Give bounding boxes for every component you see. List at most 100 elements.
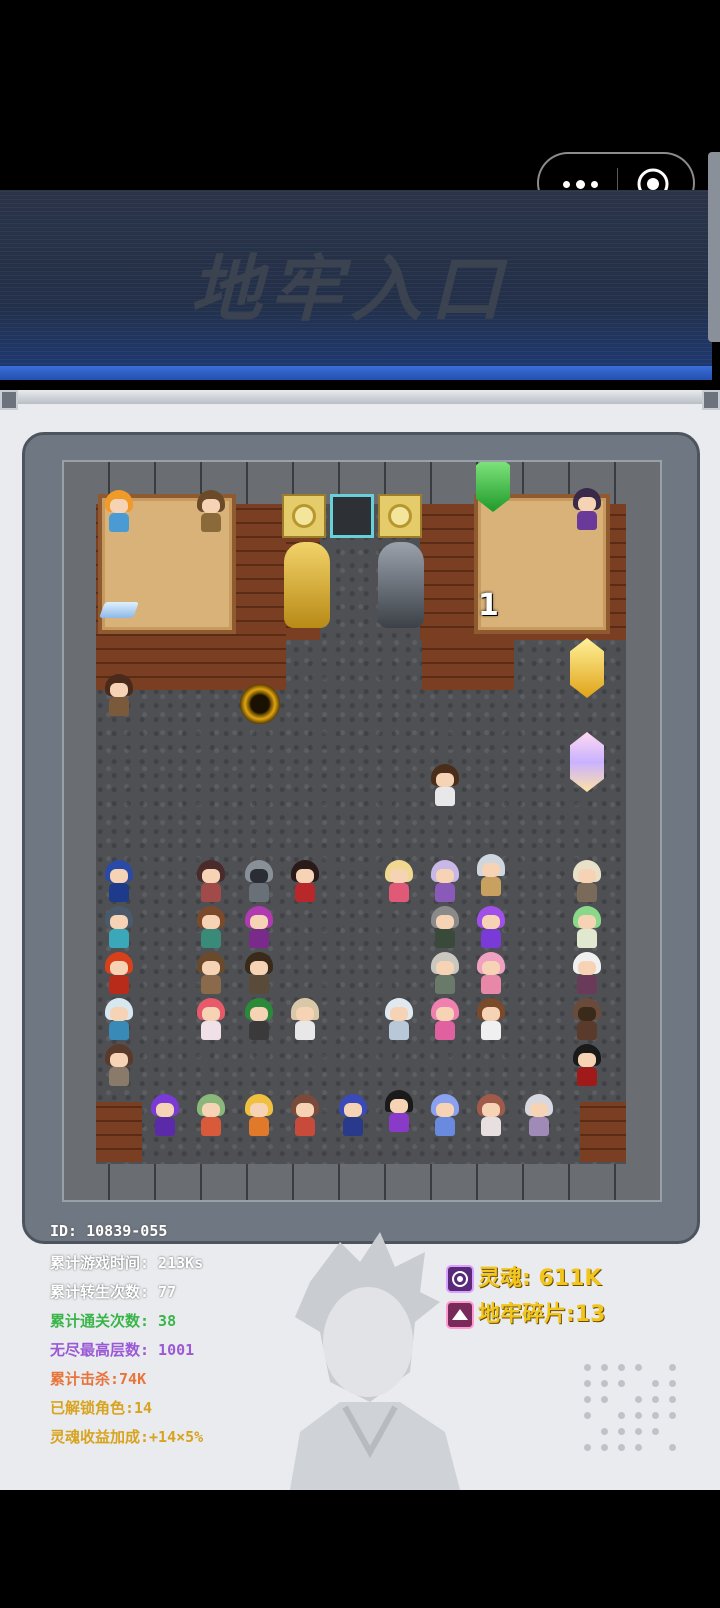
stat-endless-max: 无尽最高层数: 1001 xyxy=(50,1341,195,1359)
decor-dot xyxy=(601,1380,608,1387)
decor-dot xyxy=(584,1364,591,1371)
rail-cap-left xyxy=(0,390,18,410)
brick-step-right xyxy=(422,640,514,690)
hero-sprite[interactable] xyxy=(426,1094,464,1138)
hero-sprite[interactable] xyxy=(568,906,606,950)
hero-sprite[interactable] xyxy=(568,952,606,996)
sun-tile-left[interactable] xyxy=(282,494,326,538)
hero-sprite[interactable] xyxy=(192,906,230,950)
hero-sprite[interactable] xyxy=(192,860,230,904)
portal-tile[interactable] xyxy=(330,494,374,538)
decor-dot xyxy=(618,1380,625,1387)
decor-dot xyxy=(584,1444,591,1451)
hero-sprite[interactable] xyxy=(240,998,278,1042)
hero-sprite[interactable] xyxy=(380,860,418,904)
book-item[interactable] xyxy=(99,602,139,618)
silver-statue[interactable] xyxy=(378,542,424,628)
hero-sprite[interactable] xyxy=(472,952,510,996)
hero-sprite[interactable] xyxy=(334,1094,372,1138)
stat-play-time: 累计游戏时间: 213Ks xyxy=(50,1254,204,1272)
brick-step-left xyxy=(194,640,282,690)
hero-sprite[interactable] xyxy=(100,1044,138,1088)
decor-dot xyxy=(601,1364,608,1371)
soul-resource: 灵魂: 611K xyxy=(446,1260,601,1293)
robot-sprite[interactable] xyxy=(240,860,278,904)
stat-rebirths: 累计转生次数: 77 xyxy=(50,1283,177,1301)
hero-sprite[interactable] xyxy=(192,998,230,1042)
hero-sprite[interactable] xyxy=(192,952,230,996)
decor-dot xyxy=(652,1396,659,1403)
soul-label: 灵魂: 611K xyxy=(478,1266,602,1291)
hero-sprite[interactable] xyxy=(146,1094,184,1138)
decor-dot xyxy=(652,1412,659,1419)
hero-sprite[interactable] xyxy=(426,906,464,950)
hero-sprite[interactable] xyxy=(568,860,606,904)
gold-statue[interactable] xyxy=(284,542,330,628)
decor-dot xyxy=(669,1380,676,1387)
decor-dot xyxy=(618,1428,625,1435)
hero-sprite[interactable] xyxy=(380,998,418,1042)
decor-dot xyxy=(635,1444,642,1451)
hero-sprite[interactable] xyxy=(426,998,464,1042)
hero-sprite[interactable] xyxy=(240,952,278,996)
decor-dot xyxy=(618,1364,625,1371)
hero-sprite[interactable] xyxy=(568,488,606,532)
shard-icon xyxy=(446,1301,474,1329)
floor-marker-number: 1 xyxy=(478,588,499,623)
brick-pillar-right xyxy=(420,504,454,640)
page-title: 地牢入口 xyxy=(190,247,511,331)
hero-sprite[interactable] xyxy=(192,1094,230,1138)
hero-sprite[interactable] xyxy=(100,860,138,904)
hero-sprite[interactable] xyxy=(240,1094,278,1138)
decor-dot xyxy=(601,1444,608,1451)
hero-sprite[interactable] xyxy=(472,998,510,1042)
hero-sprite[interactable] xyxy=(520,1094,558,1138)
sun-tile-right[interactable] xyxy=(378,494,422,538)
decor-dot xyxy=(618,1412,625,1419)
stat-unlocked: 已解锁角色:14 xyxy=(50,1399,153,1417)
brick-corner-left xyxy=(96,1102,142,1162)
decor-dot xyxy=(652,1428,659,1435)
hero-sprite[interactable] xyxy=(100,674,138,718)
decor-dot xyxy=(584,1396,591,1403)
hero-sprite[interactable] xyxy=(426,860,464,904)
wall-left xyxy=(64,462,96,1200)
golden-hole-portal[interactable] xyxy=(240,684,280,724)
hero-sprite[interactable] xyxy=(100,490,138,534)
banner-bottom-bar xyxy=(0,366,712,380)
hero-sprite[interactable] xyxy=(100,998,138,1042)
hero-sprite[interactable] xyxy=(286,1094,324,1138)
stat-soul-bonus: 灵魂收益加成:+14×5% xyxy=(50,1428,204,1446)
rail-cap-right xyxy=(702,390,720,410)
decor-dot xyxy=(652,1380,659,1387)
decor-dot xyxy=(635,1364,642,1371)
hero-sprite[interactable] xyxy=(380,1090,418,1134)
decor-dot xyxy=(584,1380,591,1387)
hero-sprite[interactable] xyxy=(286,860,324,904)
hero-sprite[interactable] xyxy=(240,906,278,950)
bottom-black-bar xyxy=(0,1490,720,1608)
decor-dot xyxy=(618,1444,625,1451)
hero-sprite[interactable] xyxy=(286,998,324,1042)
rail-bar xyxy=(0,390,720,404)
hero-sprite[interactable] xyxy=(100,906,138,950)
shard-label: 地牢碎片:13 xyxy=(478,1302,606,1327)
decorative-dots xyxy=(584,1364,694,1460)
hero-sprite[interactable] xyxy=(472,1094,510,1138)
wall-bottom xyxy=(64,1162,660,1200)
hero-sprite[interactable] xyxy=(100,952,138,996)
hero-sprite[interactable] xyxy=(426,952,464,996)
hero-sprite[interactable] xyxy=(192,490,230,534)
dungeon-map[interactable] xyxy=(62,460,662,1202)
decor-dot xyxy=(584,1412,591,1419)
hero-sprite[interactable] xyxy=(568,998,606,1042)
hero-sprite[interactable] xyxy=(472,854,510,898)
soul-icon xyxy=(446,1265,474,1293)
decor-dot xyxy=(669,1364,676,1371)
player-hero-sprite[interactable] xyxy=(426,764,464,808)
decor-dot xyxy=(669,1412,676,1419)
hero-sprite[interactable] xyxy=(568,1044,606,1088)
hero-sprite[interactable] xyxy=(472,906,510,950)
shard-resource: 地牢碎片:13 xyxy=(446,1296,605,1329)
decor-dot xyxy=(635,1396,642,1403)
